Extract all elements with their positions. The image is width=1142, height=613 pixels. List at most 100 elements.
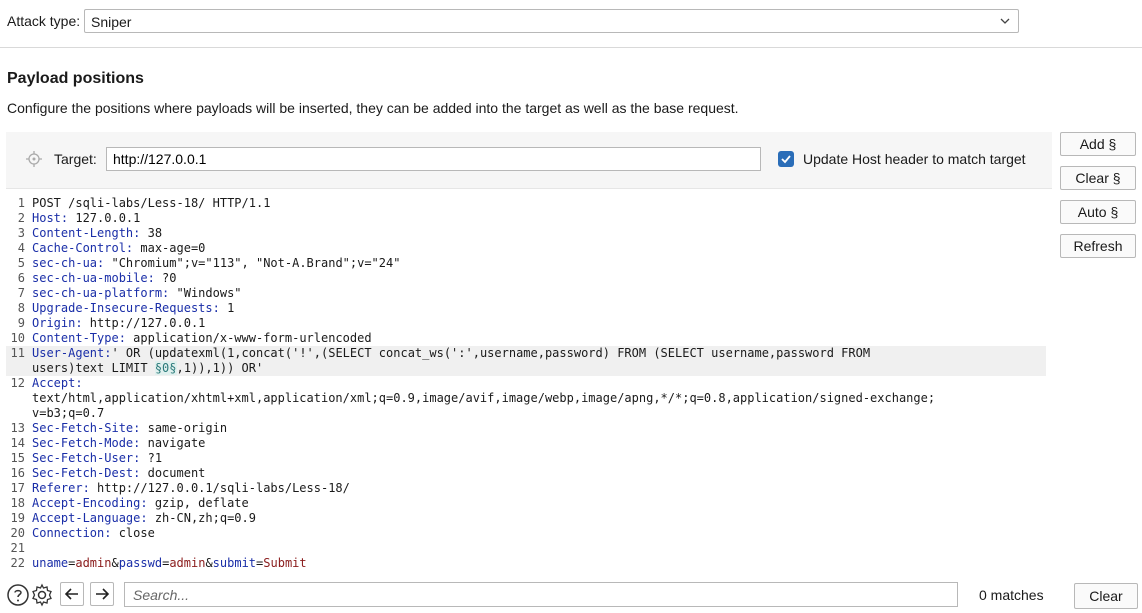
header-value: zh-CN,zh;q=0.9 (147, 511, 256, 525)
line-text: Host: 127.0.0.1 (32, 211, 140, 226)
help-icon[interactable] (6, 583, 30, 607)
request-line: 9 Origin: http://127.0.0.1 (6, 316, 1046, 331)
header-value: http://127.0.0.1/sqli-labs/Less-18/ (89, 481, 350, 495)
request-line: 8 Upgrade-Insecure-Requests: 1 (6, 301, 1046, 316)
header-name: Origin: (32, 316, 83, 330)
param-value: admin (75, 556, 112, 570)
request-line: 15 Sec-Fetch-User: ?1 (6, 451, 1046, 466)
payload-marker: §0§ (154, 361, 177, 375)
param-separator: & (205, 556, 213, 570)
request-line: 2 Host: 127.0.0.1 (6, 211, 1046, 226)
line-text: sec-ch-ua-platform: "Windows" (32, 286, 242, 301)
header-value: 127.0.0.1 (68, 211, 141, 225)
line-text: Sec-Fetch-Dest: document (32, 466, 205, 481)
search-input[interactable] (124, 582, 958, 607)
section-description: Configure the positions where payloads w… (7, 100, 739, 116)
header-name: Referer: (32, 481, 90, 495)
header-value: 1 (219, 301, 235, 315)
line-text: Sec-Fetch-User: ?1 (32, 451, 162, 466)
clear-search-button[interactable]: Clear (1074, 583, 1138, 609)
line-text: sec-ch-ua: "Chromium";v="113", "Not-A.Br… (32, 256, 400, 271)
request-line: v=b3;q=0.7 (6, 406, 1046, 421)
target-input[interactable] (106, 147, 761, 171)
header-name: Sec-Fetch-Site: (32, 421, 141, 435)
line-text: POST /sqli-labs/Less-18/ HTTP/1.1 (32, 196, 270, 211)
header-value: "Windows" (169, 286, 242, 300)
line-number: 9 (17, 316, 25, 330)
line-number: 13 (10, 421, 25, 435)
request-line: 14 Sec-Fetch-Mode: navigate (6, 436, 1046, 451)
header-value: application/x-www-form-urlencoded (125, 331, 372, 345)
search-bar: 0 matches Clear (0, 578, 1142, 613)
line-number: 5 (17, 256, 25, 270)
header-name: Sec-Fetch-Mode: (32, 436, 141, 450)
header-value: close (111, 526, 155, 540)
clear-marker-button[interactable]: Clear § (1060, 166, 1136, 190)
request-line: 10 Content-Type: application/x-www-form-u… (6, 331, 1046, 346)
request-line: 18 Accept-Encoding: gzip, deflate (6, 496, 1046, 511)
update-host-label: Update Host header to match target (803, 151, 1026, 167)
update-host-checkbox[interactable] (778, 151, 794, 167)
line-number: 22 (10, 556, 25, 570)
request-line: 7 sec-ch-ua-platform: "Windows" (6, 286, 1046, 301)
request-line: 19 Accept-Language: zh-CN,zh;q=0.9 (6, 511, 1046, 526)
request-line: 4 Cache-Control: max-age=0 (6, 241, 1046, 256)
header-name: Accept: (32, 376, 83, 390)
line-content: POST /sqli-labs/Less-18/ HTTP/1.1 (32, 196, 271, 210)
line-number: 17 (10, 481, 25, 495)
param-name: submit (212, 556, 257, 570)
header-value: document (140, 466, 206, 480)
header-value: gzip, deflate (147, 496, 249, 510)
forward-arrow-icon (96, 588, 110, 600)
line-text: Referer: http://127.0.0.1/sqli-labs/Less… (32, 481, 350, 496)
header-name: sec-ch-ua: (32, 256, 105, 270)
header-name: Accept-Language: (32, 511, 148, 525)
attack-type-select[interactable]: Sniper (84, 9, 1019, 33)
attack-type-label: Attack type: (7, 13, 81, 29)
target-row: Target: Update Host header to match targ… (6, 132, 1052, 188)
line-text: Accept: (32, 376, 83, 391)
line-number: 4 (17, 241, 25, 255)
forward-button[interactable] (90, 582, 114, 606)
request-line: text/html,application/xhtml+xml,applicat… (6, 391, 1046, 406)
request-line: 5 sec-ch-ua: "Chromium";v="113", "Not-A.B… (6, 256, 1046, 271)
line-text: Content-Length: 38 (32, 226, 162, 241)
crosshair-icon (26, 151, 42, 167)
line-text: Connection: close (32, 526, 155, 541)
section-title: Payload positions (7, 70, 144, 87)
param-name: passwd (118, 556, 163, 570)
request-line: 6 sec-ch-ua-mobile: ?0 (6, 271, 1046, 286)
line-text: Sec-Fetch-Site: same-origin (32, 421, 227, 436)
header-value: 38 (140, 226, 163, 240)
request-editor[interactable]: 1 POST /sqli-labs/Less-18/ HTTP/1.1 2 Host:… (6, 188, 1052, 578)
request-line: 21 (6, 541, 1046, 556)
line-text: Upgrade-Insecure-Requests: 1 (32, 301, 234, 316)
line-text: User-Agent:' OR (updatexml(1,concat('!',… (32, 346, 870, 361)
line-number: 20 (10, 526, 25, 540)
line-number: 16 (10, 466, 25, 480)
line-number: 7 (17, 286, 25, 300)
param-name: uname (32, 556, 69, 570)
header-value: ' OR (updatexml(1,concat('!',(SELECT con… (111, 346, 871, 360)
header-value: max-age=0 (133, 241, 206, 255)
line-number: 2 (17, 211, 25, 225)
line-text: users)text LIMIT §0§,1)),1)) OR' (32, 361, 263, 376)
match-count: 0 matches (979, 587, 1044, 603)
line-number: 8 (17, 301, 25, 315)
request-line: 12 Accept: (6, 376, 1046, 391)
back-button[interactable] (60, 582, 84, 606)
auto-marker-button[interactable]: Auto § (1060, 200, 1136, 224)
line-number: 6 (17, 271, 25, 285)
refresh-button[interactable]: Refresh (1060, 234, 1136, 258)
line-number: 18 (10, 496, 25, 510)
header-value: ?0 (154, 271, 177, 285)
header-value: ?1 (140, 451, 163, 465)
add-marker-button[interactable]: Add § (1060, 132, 1136, 156)
request-line: 1 POST /sqli-labs/Less-18/ HTTP/1.1 (6, 196, 1046, 211)
line-segment: ,1)),1)) OR' (176, 361, 264, 375)
settings-icon[interactable] (30, 583, 54, 607)
request-line: 17 Referer: http://127.0.0.1/sqli-labs/Le… (6, 481, 1046, 496)
attack-type-row: Attack type: Sniper (0, 0, 1142, 48)
chevron-down-icon (1000, 18, 1010, 24)
request-line: 13 Sec-Fetch-Site: same-origin (6, 421, 1046, 436)
